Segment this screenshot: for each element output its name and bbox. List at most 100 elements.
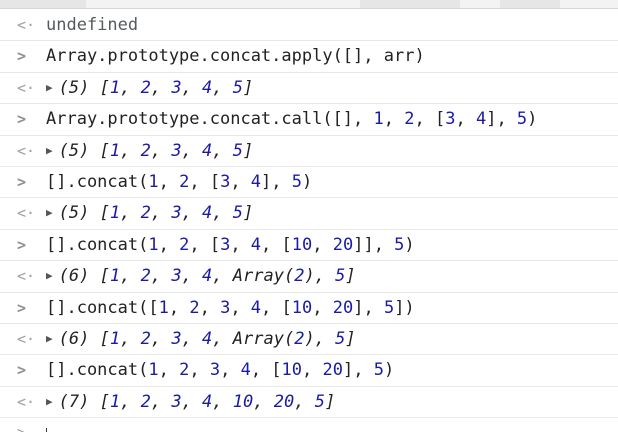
- code-token: ,: [212, 77, 233, 98]
- code-token: , [: [414, 109, 446, 130]
- number-token: 5: [516, 109, 528, 130]
- number-token: 2: [140, 140, 151, 161]
- console-input-cursor[interactable]: [46, 428, 47, 432]
- code-token: ),: [304, 266, 336, 287]
- console-output-row[interactable]: <· ▶ (6) [1, 2, 3, 4, Array(2), 5]: [0, 261, 618, 293]
- code-token: [: [99, 266, 110, 287]
- expand-triangle-icon[interactable]: ▶: [46, 392, 53, 412]
- console-output-row[interactable]: <· ▶ (6) [1, 2, 3, 4, Array(2), 5]: [0, 324, 618, 356]
- output-array: ▶ (5) [1, 2, 3, 4, 5]: [46, 141, 253, 161]
- code-token: ,: [253, 391, 274, 412]
- code-token: , [: [189, 234, 221, 255]
- code-token: ]: [243, 140, 254, 161]
- input-code: [].concat(1, 2, [3, 4], 5): [46, 172, 312, 192]
- array-body: [1, 2, 3, 4, 10, 20, 5]: [100, 392, 336, 412]
- console-output-row[interactable]: <· ▶ (5) [1, 2, 3, 4, 5]: [0, 136, 618, 167]
- number-token: 2: [189, 297, 200, 318]
- array-body: [1, 2, 3, 4, 5]: [100, 78, 254, 98]
- number-token: 1: [109, 77, 121, 98]
- code-token: , Array(: [212, 266, 295, 287]
- array-length: (6): [58, 328, 90, 349]
- code-token: [].concat(: [46, 171, 149, 192]
- array-body: [1, 2, 3, 4, 5]: [100, 141, 254, 161]
- code-token: ,: [158, 360, 180, 381]
- output-array: ▶ (5) [1, 2, 3, 4, 5]: [46, 78, 253, 98]
- input-code: [].concat([1, 2, 3, 4, [10, 20], 5]): [46, 298, 415, 318]
- output-prompt-icon: <·: [17, 78, 36, 97]
- code-token: , [: [189, 171, 221, 192]
- code-token: [: [99, 328, 110, 349]
- code-token: ]: [243, 77, 254, 98]
- number-token: 1: [109, 391, 121, 412]
- code-token: ,: [302, 360, 323, 381]
- code-token: ,: [181, 140, 203, 161]
- number-token: 4: [202, 266, 213, 287]
- code-token: ],: [261, 171, 292, 192]
- number-token: 1: [158, 297, 169, 318]
- output-prompt-icon: <·: [17, 392, 36, 411]
- code-token: ]: [345, 266, 356, 287]
- number-token: 5: [373, 360, 384, 381]
- code-token: ]): [394, 297, 415, 318]
- code-token: ,: [120, 328, 141, 349]
- number-token: 2: [179, 171, 190, 192]
- array-length: (5): [58, 77, 90, 98]
- console-input-row[interactable]: > [].concat(1, 2, 3, 4, [10, 20], 5): [0, 355, 618, 387]
- number-token: 3: [171, 328, 182, 349]
- console-input-row[interactable]: > Array.prototype.concat.call([], 1, 2, […: [0, 104, 618, 136]
- console-input-row[interactable]: > Array.prototype.concat.apply([], arr): [0, 41, 618, 73]
- code-token: [].concat(: [46, 360, 149, 381]
- code-token: [].concat([: [46, 297, 159, 318]
- number-token: 4: [240, 360, 251, 381]
- input-prompt-icon: >: [17, 298, 27, 317]
- number-token: 20: [332, 234, 354, 255]
- code-token: ,: [150, 266, 172, 287]
- input-code: Array.prototype.concat.apply([], arr): [46, 46, 425, 66]
- number-token: 3: [171, 391, 182, 412]
- code-token: ,: [230, 297, 251, 318]
- code-token: [: [99, 77, 110, 98]
- console-output-row[interactable]: <· ▶ (5) [1, 2, 3, 4, 5]: [0, 198, 618, 230]
- number-token: 3: [209, 360, 221, 381]
- number-token: 10: [232, 391, 254, 412]
- code-token: ,: [212, 391, 233, 412]
- output-array: ▶ (5) [1, 2, 3, 4, 5]: [46, 203, 253, 223]
- code-token: ,: [383, 109, 405, 130]
- input-code: [].concat(1, 2, [3, 4, [10, 20]], 5): [46, 235, 415, 255]
- number-token: 5: [394, 234, 405, 255]
- number-token: 1: [148, 234, 159, 255]
- code-token: ): [383, 360, 395, 381]
- code-token: ],: [486, 109, 517, 130]
- console-input-row[interactable]: > [].concat([1, 2, 3, 4, [10, 20], 5]): [0, 293, 618, 324]
- number-token: 20: [322, 360, 343, 381]
- number-token: 4: [202, 203, 213, 224]
- toolbar-segment: [500, 0, 560, 8]
- console-input-row[interactable]: > [].concat(1, 2, [3, 4, [10, 20]], 5): [0, 230, 618, 262]
- number-token: 1: [109, 140, 121, 161]
- expand-triangle-icon[interactable]: ▶: [46, 78, 53, 98]
- number-token: 2: [140, 266, 151, 287]
- console-input-row[interactable]: > [].concat(1, 2, [3, 4], 5): [0, 167, 618, 199]
- expand-triangle-icon[interactable]: ▶: [46, 266, 53, 286]
- number-token: 5: [232, 203, 244, 224]
- number-token: 5: [232, 140, 244, 161]
- console-output-row[interactable]: <· ▶ (5) [1, 2, 3, 4, 5]: [0, 73, 618, 105]
- number-token: 3: [171, 203, 182, 224]
- output-prompt-icon: <·: [17, 267, 36, 286]
- code-token: ,: [120, 391, 141, 412]
- number-token: 2: [404, 109, 415, 130]
- code-token: , [: [261, 297, 292, 318]
- code-token: ],: [353, 297, 384, 318]
- expand-triangle-icon[interactable]: ▶: [46, 203, 53, 223]
- output-array: ▶ (6) [1, 2, 3, 4, Array(2), 5]: [46, 329, 356, 349]
- number-token: 1: [148, 360, 159, 381]
- console-output-row[interactable]: <· ▶ (7) [1, 2, 3, 4, 10, 20, 5]: [0, 387, 618, 419]
- input-prompt-icon: >: [17, 425, 25, 432]
- expand-triangle-icon[interactable]: ▶: [46, 141, 53, 161]
- input-prompt-icon: >: [17, 361, 27, 380]
- number-token: 5: [314, 391, 325, 412]
- expand-triangle-icon[interactable]: ▶: [46, 329, 53, 349]
- number-token: 3: [171, 77, 182, 98]
- toolbar-segment: [0, 0, 86, 8]
- output-array: ▶ (7) [1, 2, 3, 4, 10, 20, 5]: [46, 392, 335, 412]
